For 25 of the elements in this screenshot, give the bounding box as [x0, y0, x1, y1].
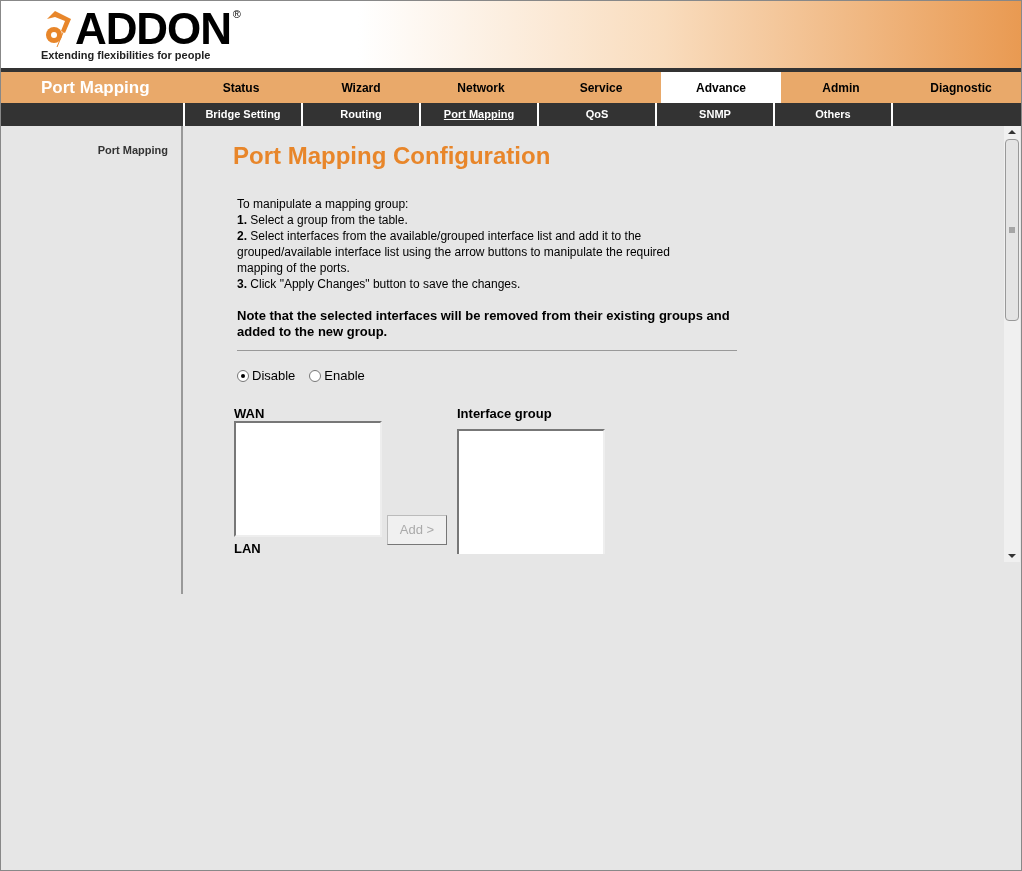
- logo-tagline: Extending flexibilities for people: [41, 48, 212, 62]
- radio-button[interactable]: [309, 369, 322, 382]
- scroll-down-icon[interactable]: [1008, 553, 1016, 559]
- sidebar-item[interactable]: Port Mapping: [97, 142, 168, 159]
- note-text: Note that the selected interfaces will be removed from their existing groups and added to the new group.: [237, 308, 731, 340]
- logo-wordmark: ADDON: [75, 9, 231, 49]
- radio-label: Enable: [324, 367, 365, 385]
- scrollbar[interactable]: [1004, 126, 1020, 562]
- page-heading: Port Mapping Configuration: [233, 142, 552, 170]
- lan-label: LAN: [234, 540, 262, 556]
- interface-group-label: Interface group: [457, 405, 553, 421]
- wan-list[interactable]: [234, 420, 382, 537]
- registered-mark: ®: [232, 9, 241, 20]
- instruction-text: 2. Select interfaces from the available/grouped interface list and add it to the grouped/available interface list using the arrow buttons to manipulate the required mapping of the ports.: [237, 228, 671, 276]
- page-title: Port Mapping: [41, 76, 150, 99]
- interface-group-list[interactable]: [457, 428, 605, 554]
- wan-label: WAN: [234, 405, 266, 421]
- instruction-text: 1. Select a group from the table.: [237, 212, 409, 228]
- nav-tab[interactable]: Advance: [661, 72, 781, 103]
- scroll-thumb[interactable]: [1005, 139, 1019, 321]
- scroll-up-icon[interactable]: [1008, 129, 1016, 135]
- radio-button[interactable]: [237, 369, 249, 382]
- instruction-text: To manipulate a mapping group:: [237, 196, 410, 212]
- radio-label: Disable: [252, 367, 296, 385]
- instruction-text: 3. Click "Apply Changes" button to save the changes.: [237, 276, 522, 292]
